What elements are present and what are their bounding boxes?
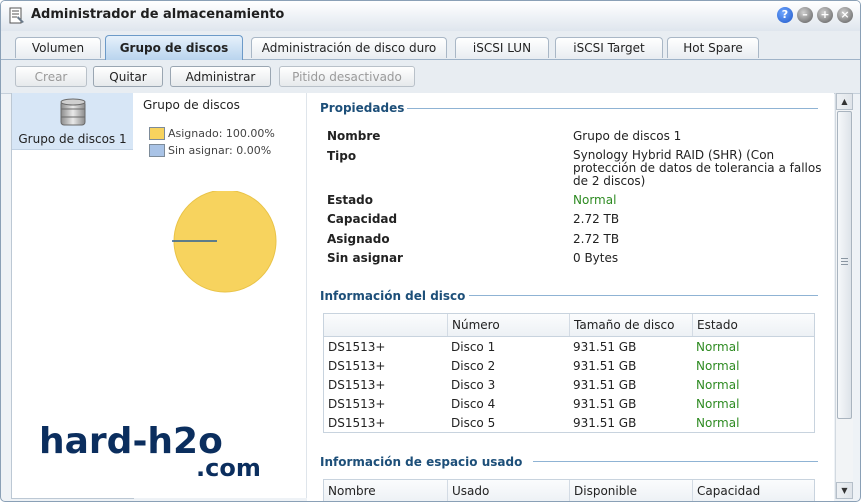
- watermark-domain: .com: [196, 454, 261, 482]
- manage-button[interactable]: Administrar: [170, 66, 271, 87]
- watermark-logo: hard-h2o .com: [39, 423, 269, 482]
- prop-label-type: Tipo: [327, 149, 357, 163]
- col-header-name[interactable]: Nombre: [324, 480, 447, 501]
- tab-volumen[interactable]: Volumen: [15, 37, 101, 58]
- cell-number: Disco 2: [451, 359, 496, 373]
- cell-size: 931.51 GB: [573, 378, 637, 392]
- space-table-header: Nombre Usado Disponible Capacidad: [324, 480, 814, 501]
- scroll-grip-icon: [841, 258, 848, 259]
- cell-model: DS1513+: [328, 359, 386, 373]
- cell-model: DS1513+: [328, 340, 386, 354]
- remove-button[interactable]: Quitar: [93, 66, 163, 87]
- tab-hot-spare[interactable]: Hot Spare: [667, 37, 759, 58]
- col-header-number[interactable]: Número: [447, 314, 569, 336]
- disk-info-heading: Información del disco: [320, 289, 466, 303]
- cell-status: Normal: [696, 359, 740, 373]
- prop-value-assigned: 2.72 TB: [573, 232, 620, 246]
- cell-size: 931.51 GB: [573, 359, 637, 373]
- cell-status: Normal: [696, 378, 740, 392]
- disk-info-table: Número Tamaño de disco Estado DS1513+ Di…: [323, 313, 815, 433]
- beep-off-button[interactable]: Pitido desactivado: [279, 66, 415, 87]
- storage-manager-window: Administrador de almacenamiento ? – + × …: [0, 0, 861, 502]
- cell-model: DS1513+: [328, 378, 386, 392]
- usage-title: Grupo de discos: [143, 98, 240, 112]
- prop-label-status: Estado: [327, 193, 374, 207]
- space-info-heading: Información de espacio usado: [320, 455, 523, 469]
- space-info-table: Nombre Usado Disponible Capacidad: [323, 479, 815, 501]
- details-scrollbar[interactable]: ▲ ▼: [835, 93, 853, 499]
- disk-info-divider: [469, 295, 818, 296]
- space-info-divider: [533, 461, 818, 462]
- prop-value-type: Synology Hybrid RAID (SHR) (Con protecci…: [573, 148, 822, 188]
- window-title: Administrador de almacenamiento: [31, 7, 285, 22]
- cell-size: 931.51 GB: [573, 416, 637, 430]
- tab-administracion-disco-duro[interactable]: Administración de disco duro: [251, 37, 447, 58]
- col-header-used[interactable]: Usado: [447, 480, 569, 501]
- cell-status: Normal: [696, 397, 740, 411]
- tab-iscsi-target[interactable]: iSCSI Target: [555, 37, 663, 58]
- cell-number: Disco 5: [451, 416, 496, 430]
- details-panel: Propiedades Nombre Grupo de discos 1 Tip…: [307, 93, 834, 501]
- properties-divider: [407, 108, 818, 109]
- create-button[interactable]: Crear: [15, 66, 87, 87]
- col-header-status[interactable]: Estado: [692, 314, 814, 336]
- storage-manager-icon: [9, 7, 24, 24]
- usage-pie-chart: [172, 191, 277, 293]
- cell-number: Disco 4: [451, 397, 496, 411]
- legend-swatch-unassigned: [149, 144, 165, 157]
- col-header-size[interactable]: Tamaño de disco: [569, 314, 692, 336]
- cell-status: Normal: [696, 340, 740, 354]
- col-header-available[interactable]: Disponible: [569, 480, 692, 501]
- col-header-capacity[interactable]: Capacidad: [692, 480, 814, 501]
- list-item-disk-group-1[interactable]: Grupo de discos 1: [12, 93, 133, 150]
- list-item-label: Grupo de discos 1: [18, 132, 127, 146]
- cell-number: Disco 3: [451, 378, 496, 392]
- close-icon[interactable]: ×: [837, 7, 853, 23]
- tab-bar: Volumen Grupo de discos Administración d…: [1, 31, 860, 60]
- cell-size: 931.51 GB: [573, 397, 637, 411]
- prop-value-capacity: 2.72 TB: [573, 212, 620, 226]
- scroll-up-arrow-icon[interactable]: ▲: [836, 93, 853, 110]
- tab-grupo-de-discos[interactable]: Grupo de discos: [105, 35, 243, 60]
- disk-table-header: Número Tamaño de disco Estado: [324, 314, 814, 337]
- help-icon[interactable]: ?: [777, 7, 793, 23]
- minimize-icon[interactable]: –: [797, 7, 813, 23]
- cell-number: Disco 1: [451, 340, 496, 354]
- properties-heading: Propiedades: [320, 101, 405, 115]
- disk-stack-icon: [60, 98, 86, 126]
- legend-swatch-assigned: [149, 127, 165, 140]
- prop-value-name: Grupo de discos 1: [573, 129, 682, 143]
- cell-status: Normal: [696, 416, 740, 430]
- cell-model: DS1513+: [328, 416, 386, 430]
- tab-iscsi-lun[interactable]: iSCSI LUN: [455, 37, 549, 58]
- cell-size: 931.51 GB: [573, 340, 637, 354]
- cell-model: DS1513+: [328, 397, 386, 411]
- prop-label-name: Nombre: [327, 129, 381, 143]
- prop-label-capacity: Capacidad: [327, 212, 398, 226]
- maximize-icon[interactable]: +: [817, 7, 833, 23]
- prop-label-unassigned: Sin asignar: [327, 251, 403, 265]
- legend-unassigned: Sin asignar: 0.00%: [168, 144, 272, 157]
- legend-assigned: Asignado: 100.00%: [168, 127, 275, 140]
- prop-value-status: Normal: [573, 193, 617, 207]
- scroll-thumb[interactable]: [837, 111, 852, 419]
- scroll-down-arrow-icon[interactable]: ▼: [836, 482, 853, 499]
- prop-label-assigned: Asignado: [327, 232, 390, 246]
- toolbar: Crear Quitar Administrar Pitido desactiv…: [1, 60, 860, 94]
- title-bar[interactable]: Administrador de almacenamiento ? – + ×: [1, 1, 860, 32]
- col-header-model[interactable]: [324, 314, 447, 336]
- prop-value-unassigned: 0 Bytes: [573, 251, 619, 265]
